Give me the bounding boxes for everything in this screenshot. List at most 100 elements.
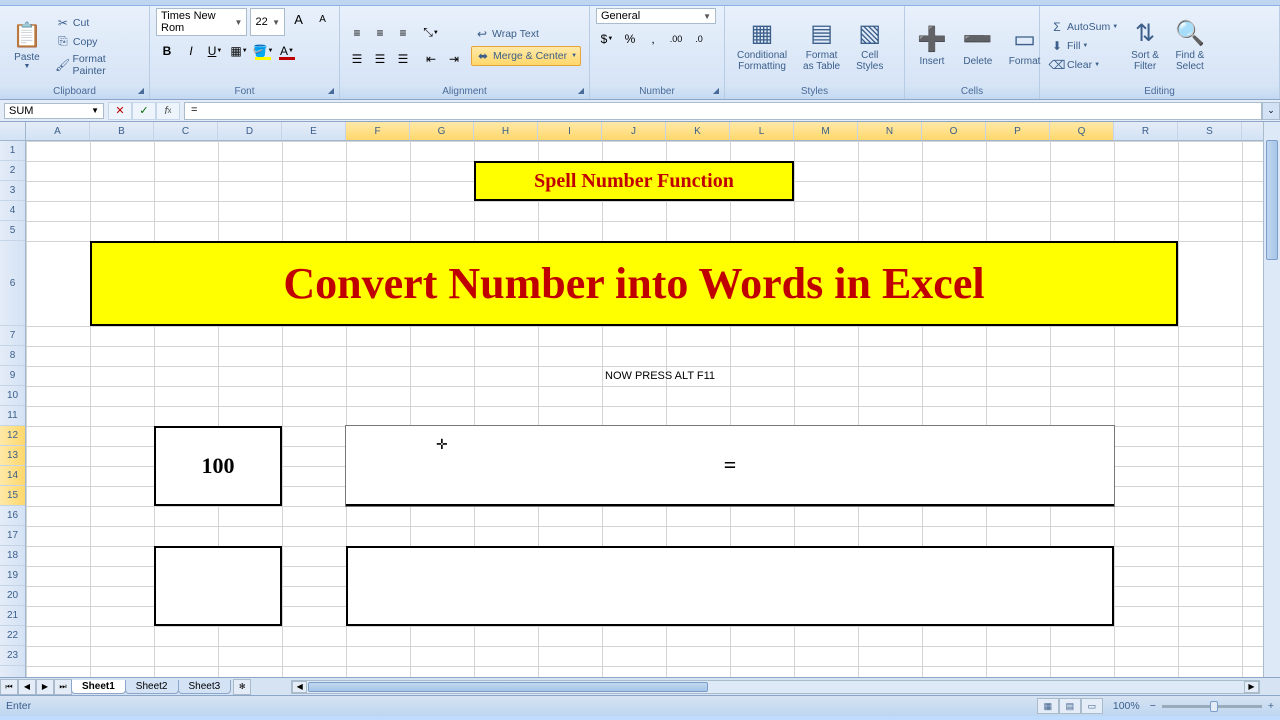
increase-indent-button[interactable]: ⇥ — [443, 48, 465, 70]
row-header-10[interactable]: 10 — [0, 386, 25, 406]
align-middle-button[interactable]: ≡ — [369, 22, 391, 44]
scroll-thumb[interactable] — [1266, 140, 1278, 260]
delete-cells-button[interactable]: ➖Delete — [957, 23, 999, 69]
insert-function-button[interactable]: fx — [156, 102, 180, 120]
column-header-S[interactable]: S — [1178, 122, 1242, 140]
column-header-R[interactable]: R — [1114, 122, 1178, 140]
name-box[interactable]: SUM▼ — [4, 103, 104, 119]
scroll-left-button[interactable]: ◀ — [292, 681, 307, 693]
row-header-4[interactable]: 4 — [0, 201, 25, 221]
paste-button[interactable]: 📋 Paste ▼ — [6, 19, 48, 72]
row-header-11[interactable]: 11 — [0, 406, 25, 426]
align-bottom-button[interactable]: ≡ — [392, 22, 414, 44]
decrease-indent-button[interactable]: ⇤ — [420, 48, 442, 70]
scroll-right-button[interactable]: ▶ — [1244, 681, 1259, 693]
conditional-formatting-button[interactable]: ▦Conditional Formatting — [731, 17, 793, 74]
bold-button[interactable]: B — [156, 40, 178, 62]
row-header-13[interactable]: 13 — [0, 446, 25, 466]
font-name-combo[interactable]: Times New Rom▼ — [156, 8, 247, 36]
enter-formula-button[interactable]: ✓ — [132, 102, 156, 120]
row-header-12[interactable]: 12 — [0, 426, 25, 446]
currency-button[interactable]: $▼ — [596, 28, 618, 50]
wrap-text-button[interactable]: ↩Wrap Text — [471, 25, 581, 43]
row-header-14[interactable]: 14 — [0, 466, 25, 486]
decrease-decimal-button[interactable]: .0 — [688, 28, 710, 50]
increase-decimal-button[interactable]: .00 — [665, 28, 687, 50]
column-header-M[interactable]: M — [794, 122, 858, 140]
column-header-C[interactable]: C — [154, 122, 218, 140]
page-layout-button[interactable]: ▤ — [1059, 698, 1081, 714]
zoom-in-button[interactable]: + — [1268, 700, 1274, 712]
row-header-22[interactable]: 22 — [0, 626, 25, 646]
align-right-button[interactable]: ☰ — [392, 48, 414, 70]
shrink-font-button[interactable]: A — [312, 8, 333, 30]
launcher-icon[interactable]: ◢ — [575, 86, 587, 98]
sheet-tab-sheet3[interactable]: Sheet3 — [178, 680, 232, 694]
expand-formula-button[interactable]: ⌄ — [1262, 102, 1280, 120]
page-break-button[interactable]: ▭ — [1081, 698, 1103, 714]
align-top-button[interactable]: ≡ — [346, 22, 368, 44]
row-header-8[interactable]: 8 — [0, 346, 25, 366]
launcher-icon[interactable]: ◢ — [135, 86, 147, 98]
format-as-table-button[interactable]: ▤Format as Table — [797, 17, 846, 74]
cancel-formula-button[interactable]: ✕ — [108, 102, 132, 120]
row-header-15[interactable]: 15 — [0, 486, 25, 506]
cell-range-C18[interactable] — [154, 546, 282, 626]
row-header-17[interactable]: 17 — [0, 526, 25, 546]
row-header-23[interactable]: 23 — [0, 646, 25, 666]
normal-view-button[interactable]: ▦ — [1037, 698, 1059, 714]
find-select-button[interactable]: 🔍Find & Select — [1169, 17, 1211, 74]
row-header-2[interactable]: 2 — [0, 161, 25, 181]
hscroll-thumb[interactable] — [308, 682, 708, 692]
underline-button[interactable]: U▼ — [204, 40, 226, 62]
fill-button[interactable]: ⬇Fill▼ — [1046, 37, 1121, 55]
last-sheet-button[interactable]: ⏭ — [54, 679, 72, 695]
format-painter-button[interactable]: 🖌Format Painter — [52, 52, 143, 78]
zoom-thumb[interactable] — [1210, 701, 1218, 712]
row-header-6[interactable]: 6 — [0, 241, 25, 326]
number-format-combo[interactable]: General▼ — [596, 8, 716, 24]
cell-range-B6[interactable]: Convert Number into Words in Excel — [90, 241, 1178, 326]
copy-button[interactable]: ⎘Copy — [52, 33, 143, 51]
column-header-G[interactable]: G — [410, 122, 474, 140]
font-size-combo[interactable]: 22▼ — [250, 8, 285, 36]
column-header-Q[interactable]: Q — [1050, 122, 1114, 140]
column-header-K[interactable]: K — [666, 122, 730, 140]
sheet-tab-sheet1[interactable]: Sheet1 — [71, 680, 126, 694]
row-header-16[interactable]: 16 — [0, 506, 25, 526]
column-header-H[interactable]: H — [474, 122, 538, 140]
column-header-D[interactable]: D — [218, 122, 282, 140]
cells-area[interactable]: Spell Number Function Convert Number into… — [26, 141, 1280, 677]
align-center-button[interactable]: ☰ — [369, 48, 391, 70]
merge-center-button[interactable]: ⬌Merge & Center▼ — [471, 46, 581, 66]
comma-button[interactable]: , — [642, 28, 664, 50]
new-sheet-button[interactable]: ✻ — [233, 679, 251, 695]
zoom-out-button[interactable]: − — [1150, 700, 1156, 712]
column-header-F[interactable]: F — [346, 122, 410, 140]
column-header-B[interactable]: B — [90, 122, 154, 140]
launcher-icon[interactable]: ◢ — [325, 86, 337, 98]
autosum-button[interactable]: ΣAutoSum▼ — [1046, 18, 1121, 36]
row-header-5[interactable]: 5 — [0, 221, 25, 241]
cell-range-C12[interactable]: 100 — [154, 426, 282, 506]
fill-color-button[interactable]: 🪣▼ — [252, 40, 274, 62]
row-header-7[interactable]: 7 — [0, 326, 25, 346]
row-header-19[interactable]: 19 — [0, 566, 25, 586]
vertical-scrollbar[interactable] — [1263, 122, 1280, 677]
zoom-slider[interactable] — [1162, 705, 1262, 708]
percent-button[interactable]: % — [619, 28, 641, 50]
row-header-21[interactable]: 21 — [0, 606, 25, 626]
column-header-N[interactable]: N — [858, 122, 922, 140]
prev-sheet-button[interactable]: ◀ — [18, 679, 36, 695]
insert-cells-button[interactable]: ➕Insert — [911, 23, 953, 69]
row-header-9[interactable]: 9 — [0, 366, 25, 386]
cut-button[interactable]: ✂Cut — [52, 14, 143, 32]
clear-button[interactable]: ⌫Clear▼ — [1046, 56, 1121, 74]
cell-range-H2[interactable]: Spell Number Function — [474, 161, 794, 201]
border-button[interactable]: ▦▼ — [228, 40, 250, 62]
column-header-P[interactable]: P — [986, 122, 1050, 140]
orientation-button[interactable]: ⤡▼ — [420, 22, 442, 44]
formula-input[interactable]: = — [184, 102, 1262, 120]
column-header-L[interactable]: L — [730, 122, 794, 140]
first-sheet-button[interactable]: ⏮ — [0, 679, 18, 695]
